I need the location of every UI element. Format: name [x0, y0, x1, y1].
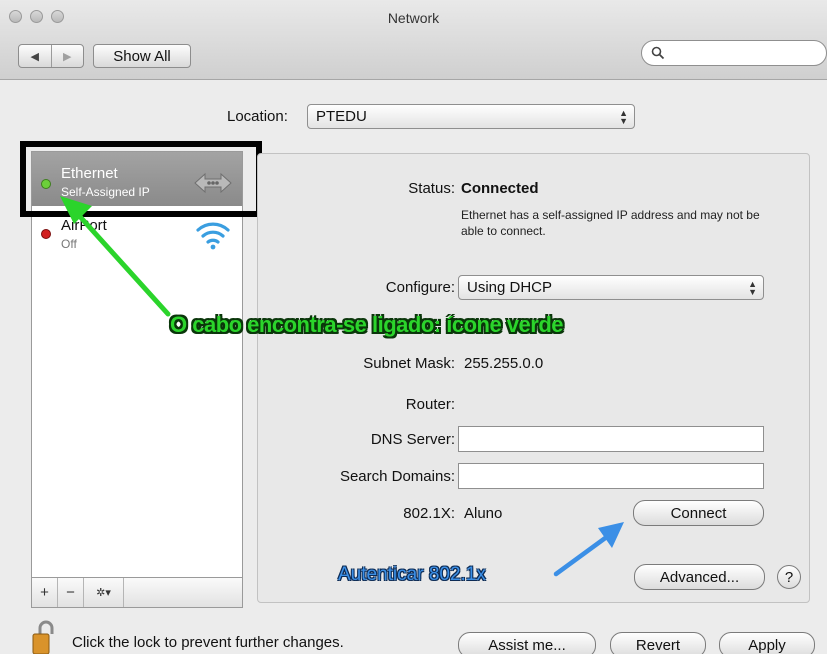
blue-annotation-arrow	[553, 522, 624, 577]
lock-message: Click the lock to prevent further change…	[72, 634, 344, 651]
lock-icon[interactable]	[31, 618, 57, 654]
revert-button[interactable]: Revert	[610, 632, 706, 654]
assist-me-button[interactable]: Assist me...	[458, 632, 596, 654]
annotation-blue-text: Autenticar 802.1x	[338, 564, 486, 585]
green-annotation-arrow	[60, 196, 171, 317]
annotation-green-text: O cabo encontra-se ligado: ícone verde	[170, 312, 564, 337]
apply-button[interactable]: Apply	[719, 632, 815, 654]
